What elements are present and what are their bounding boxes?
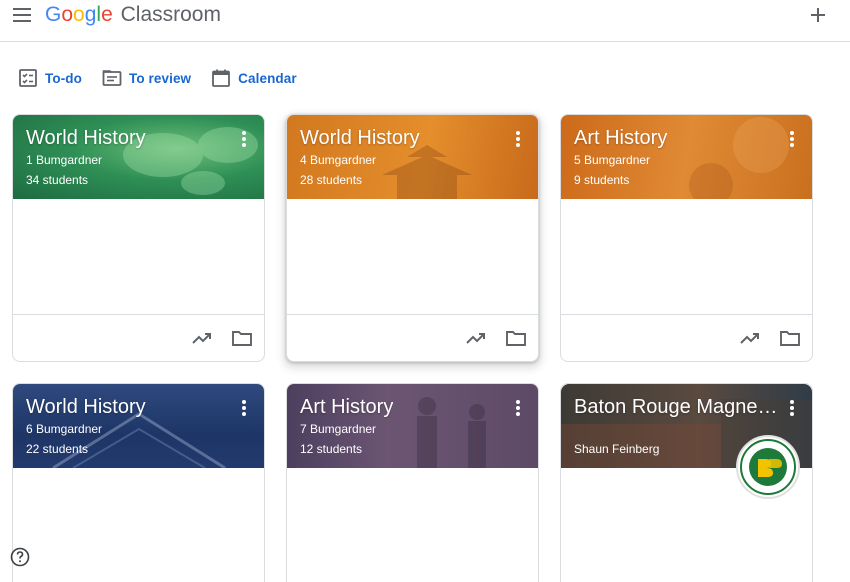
todo-label: To-do	[45, 70, 82, 86]
more-vert-icon	[790, 137, 794, 141]
hamburger-icon	[13, 8, 31, 10]
student-count: 28 students	[300, 173, 363, 187]
class-card-header[interactable]: Art History 7 Bumgardner 12 students	[287, 384, 538, 468]
more-vert-icon	[242, 412, 246, 416]
trending-up-icon[interactable]	[191, 327, 213, 349]
more-vert-icon	[790, 143, 794, 147]
class-title[interactable]: Art History	[300, 396, 393, 419]
to-review-link[interactable]: To review	[102, 68, 191, 88]
app-header: Google Classroom	[0, 0, 850, 42]
class-section: 7 Bumgardner	[300, 422, 377, 436]
calendar-icon	[212, 69, 231, 87]
class-card-footer	[561, 315, 812, 361]
trending-up-icon[interactable]	[739, 327, 761, 349]
folder-icon[interactable]	[505, 327, 527, 349]
student-count: 22 students	[26, 442, 89, 456]
todo-icon	[19, 69, 37, 87]
more-vert-icon	[242, 131, 246, 135]
more-options-button[interactable]	[236, 129, 252, 149]
to-review-label: To review	[128, 70, 192, 86]
student-count: 34 students	[26, 173, 89, 187]
product-name: Classroom	[120, 3, 221, 26]
folder-icon[interactable]	[231, 327, 253, 349]
google-classroom-logo[interactable]: Google Classroom	[45, 3, 221, 27]
hamburger-icon	[13, 20, 31, 22]
class-card-body	[13, 199, 264, 315]
hamburger-icon	[13, 14, 31, 16]
review-icon	[102, 70, 122, 86]
more-options-button[interactable]	[784, 129, 800, 149]
class-card-header[interactable]: World History 6 Bumgardner 22 students	[13, 384, 264, 468]
more-options-button[interactable]	[236, 398, 252, 418]
class-card-body	[13, 468, 264, 582]
logo-letter: G	[45, 3, 62, 26]
main-menu-button[interactable]	[10, 4, 34, 28]
class-title[interactable]: World History	[26, 127, 146, 150]
class-card[interactable]: Art History 5 Bumgardner 9 students	[560, 114, 813, 362]
logo-letter: g	[84, 3, 97, 26]
more-vert-icon	[242, 137, 246, 141]
class-card-footer	[13, 315, 264, 361]
class-section: 6 Bumgardner	[26, 422, 103, 436]
more-vert-icon	[242, 400, 246, 404]
more-vert-icon	[242, 143, 246, 147]
quick-nav: To-do To review Calendar	[18, 66, 317, 90]
todo-link[interactable]: To-do	[18, 68, 82, 88]
class-card-footer	[287, 315, 538, 361]
class-section: 5 Bumgardner	[574, 153, 651, 167]
logo-letter: e	[101, 3, 113, 26]
class-card-header[interactable]: World History 4 Bumgardner 28 students	[287, 115, 538, 199]
class-card-body	[561, 468, 812, 582]
class-card-body	[561, 199, 812, 315]
more-options-button[interactable]	[510, 129, 526, 149]
more-vert-icon	[242, 406, 246, 410]
class-card-body	[287, 468, 538, 582]
calendar-label: Calendar	[238, 70, 297, 86]
class-card-header[interactable]: World History 1 Bumgardner 34 students	[13, 115, 264, 199]
plus-icon	[817, 8, 819, 22]
more-options-button[interactable]	[784, 398, 800, 418]
more-vert-icon	[790, 412, 794, 416]
folder-icon[interactable]	[779, 327, 801, 349]
class-title[interactable]: Art History	[574, 127, 667, 150]
trending-up-icon[interactable]	[465, 327, 487, 349]
class-card[interactable]: World History 6 Bumgardner 22 students	[12, 383, 265, 582]
more-vert-icon	[790, 131, 794, 135]
more-vert-icon	[516, 400, 520, 404]
more-vert-icon	[516, 131, 520, 135]
class-card[interactable]: World History 4 Bumgardner 28 students	[286, 114, 539, 362]
class-card[interactable]: Art History 7 Bumgardner 12 students	[286, 383, 539, 582]
class-owner: Shaun Feinberg	[574, 442, 660, 456]
more-vert-icon	[790, 400, 794, 404]
logo-letter: o	[73, 3, 85, 26]
class-card[interactable]: World History 1 Bumgardner 34 students	[12, 114, 265, 362]
class-card[interactable]: Baton Rouge Magnet High School Shaun Fei…	[560, 383, 813, 582]
class-title[interactable]: Baton Rouge Magnet High School	[574, 396, 779, 419]
logo-letter: o	[61, 3, 74, 26]
more-vert-icon	[516, 406, 520, 410]
more-options-button[interactable]	[510, 398, 526, 418]
class-title[interactable]: World History	[300, 127, 420, 150]
help-icon[interactable]	[10, 547, 30, 567]
student-count: 12 students	[300, 442, 363, 456]
calendar-link[interactable]: Calendar	[211, 68, 297, 88]
class-card-header[interactable]: Art History 5 Bumgardner 9 students	[561, 115, 812, 199]
class-section: 4 Bumgardner	[300, 153, 377, 167]
more-vert-icon	[516, 412, 520, 416]
more-vert-icon	[516, 137, 520, 141]
class-section: 1 Bumgardner	[26, 153, 103, 167]
create-or-join-class-button[interactable]	[806, 3, 830, 27]
class-title[interactable]: World History	[26, 396, 146, 419]
more-vert-icon	[516, 143, 520, 147]
student-count: 9 students	[574, 173, 630, 187]
more-vert-icon	[790, 406, 794, 410]
class-card-body	[287, 199, 538, 315]
